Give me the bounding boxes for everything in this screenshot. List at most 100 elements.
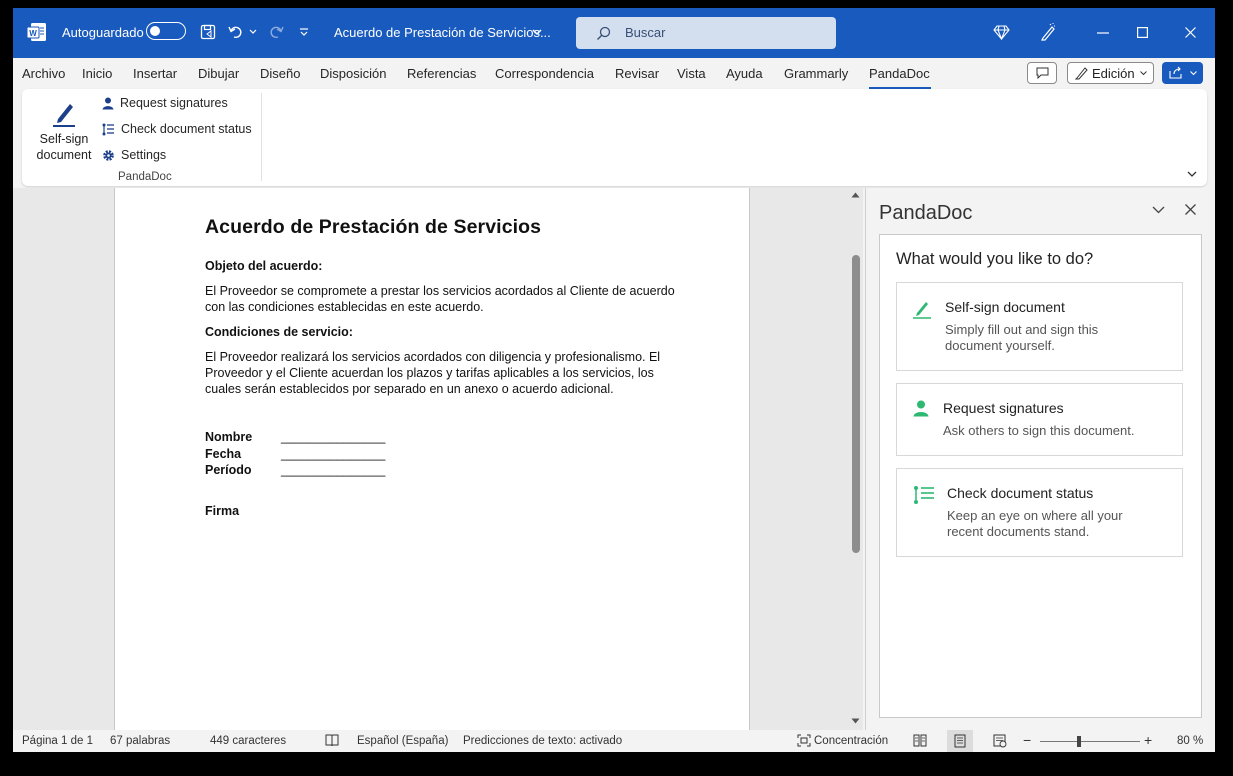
save-icon[interactable] — [200, 24, 216, 40]
field-label: Nombre — [205, 430, 253, 444]
zoom-slider-thumb[interactable] — [1077, 736, 1081, 747]
share-button[interactable] — [1162, 62, 1203, 84]
pane-question: What would you like to do? — [896, 250, 1094, 268]
card-description: Simply fill out and sign this document y… — [945, 322, 1099, 353]
signature-label: Firma — [205, 503, 240, 518]
chevron-down-icon — [1140, 71, 1147, 76]
field-label: Fecha — [205, 446, 242, 461]
zoom-out-button[interactable]: − — [1023, 732, 1031, 748]
customize-toolbar-icon[interactable] — [299, 28, 309, 37]
card-title: Self-sign document — [945, 299, 1065, 315]
word-logo-icon[interactable]: W — [26, 21, 48, 43]
tab-vista[interactable]: Vista — [677, 66, 706, 81]
pane-body: What would you like to do? Self-sign doc… — [879, 234, 1202, 718]
document-page[interactable]: Acuerdo de Prestación de Servicios Objet… — [114, 188, 750, 730]
redo-icon[interactable] — [268, 24, 284, 40]
share-icon — [1169, 66, 1182, 79]
character-count[interactable]: 449 caracteres — [210, 735, 286, 747]
comments-button[interactable] — [1027, 62, 1057, 84]
document-title[interactable]: Acuerdo de Prestación de Servicios... — [334, 25, 551, 40]
status-list-icon — [914, 486, 934, 504]
check-status-ribbon-button[interactable]: Check document status — [102, 122, 252, 136]
undo-dropdown-icon[interactable] — [249, 29, 257, 35]
focus-mode-label[interactable]: Concentración — [814, 735, 888, 747]
editing-mode-button[interactable]: Edición — [1067, 62, 1154, 84]
settings-ribbon-button[interactable]: Settings — [102, 148, 166, 162]
search-box[interactable]: Buscar — [576, 17, 836, 49]
settings-label: Settings — [121, 148, 167, 162]
editing-mode-label: Edición — [1092, 66, 1135, 81]
pane-options-chevron-icon[interactable] — [1152, 206, 1165, 214]
vertical-scrollbar[interactable] — [848, 188, 863, 730]
person-icon — [102, 97, 114, 109]
tab-correspondencia[interactable]: Correspondencia — [495, 66, 594, 81]
zoom-in-button[interactable]: + — [1144, 732, 1152, 748]
tab-diseno[interactable]: Diseño — [260, 66, 300, 81]
tab-grammarly[interactable]: Grammarly — [784, 66, 848, 81]
scrollbar-thumb[interactable] — [852, 255, 860, 553]
field-row-fecha: Fecha _______________ — [205, 446, 675, 463]
self-sign-card[interactable]: Self-sign document Simply fill out and s… — [896, 282, 1183, 371]
chevron-down-icon[interactable] — [532, 29, 542, 36]
zoom-level[interactable]: 80 % — [1177, 735, 1203, 747]
pen-sign-icon — [53, 104, 75, 127]
check-status-card[interactable]: Check document status Keep an eye on whe… — [896, 468, 1183, 557]
status-bar: Página 1 de 1 67 palabras 449 caracteres… — [13, 730, 1215, 752]
comment-icon — [1036, 67, 1049, 79]
chevron-down-icon — [1190, 71, 1197, 76]
undo-icon[interactable] — [228, 24, 244, 40]
print-layout-button[interactable] — [947, 730, 973, 752]
document-content[interactable]: Acuerdo de Prestación de Servicios Objet… — [205, 216, 675, 518]
tab-inicio[interactable]: Inicio — [82, 66, 112, 81]
request-signatures-label: Request signatures — [120, 96, 228, 110]
print-layout-icon — [954, 734, 966, 748]
section1-heading: Objeto del acuerdo: — [205, 259, 323, 273]
close-pane-icon[interactable] — [1185, 204, 1196, 215]
maximize-icon[interactable] — [1137, 27, 1148, 38]
tab-revisar[interactable]: Revisar — [615, 66, 659, 81]
diamond-premium-icon[interactable] — [993, 25, 1010, 40]
self-sign-label-2: document — [36, 148, 92, 162]
tab-disposicion[interactable]: Disposición — [320, 66, 386, 81]
section2-text: El Proveedor realizará los servicios aco… — [205, 350, 661, 396]
field-row-periodo: Período _______________ — [205, 462, 675, 479]
focus-mode-icon[interactable] — [797, 734, 811, 747]
autosave-toggle[interactable] — [146, 22, 186, 40]
document-canvas: Acuerdo de Prestación de Servicios Objet… — [13, 188, 863, 730]
pen-designer-icon[interactable] — [1040, 23, 1056, 41]
check-status-label: Check document status — [121, 122, 252, 136]
person-icon — [913, 400, 929, 417]
pandadoc-task-pane: PandaDoc What would you like to do? Self… — [865, 188, 1215, 730]
word-count[interactable]: 67 palabras — [110, 735, 170, 747]
request-signatures-card[interactable]: Request signatures Ask others to sign th… — [896, 383, 1183, 456]
proofing-book-icon[interactable] — [325, 734, 339, 747]
pane-title: PandaDoc — [879, 202, 973, 224]
ribbon-collapse-chevron-icon[interactable] — [1187, 171, 1197, 178]
minimize-icon[interactable] — [1097, 32, 1109, 34]
request-signatures-ribbon-button[interactable]: Request signatures — [102, 96, 228, 110]
tab-referencias[interactable]: Referencias — [407, 66, 476, 81]
page-count[interactable]: Página 1 de 1 — [22, 735, 93, 747]
self-sign-label-1: Self-sign — [39, 132, 89, 146]
section1-text: El Proveedor se compromete a prestar los… — [205, 284, 675, 314]
zoom-slider-track[interactable] — [1040, 741, 1140, 742]
web-layout-icon[interactable] — [993, 734, 1007, 748]
title-bar: W Autoguardado Acuerdo de Prestación de … — [13, 8, 1215, 58]
scroll-up-icon[interactable] — [851, 192, 860, 198]
word-window: W Autoguardado Acuerdo de Prestación de … — [13, 8, 1215, 752]
field-row-nombre: Nombre _______________ — [205, 429, 675, 446]
self-sign-ribbon-button[interactable]: Self-sign document — [34, 97, 94, 163]
text-predictions-status[interactable]: Predicciones de texto: activado — [463, 735, 622, 747]
field-blank: _______________ — [281, 446, 386, 461]
read-mode-icon[interactable] — [913, 734, 927, 747]
field-blank: _______________ — [281, 463, 386, 477]
tab-archivo[interactable]: Archivo — [22, 66, 65, 81]
tab-dibujar[interactable]: Dibujar — [198, 66, 239, 81]
document-heading: Acuerdo de Prestación de Servicios — [205, 216, 542, 238]
tab-insertar[interactable]: Insertar — [133, 66, 177, 81]
scroll-down-icon[interactable] — [851, 718, 860, 724]
language-indicator[interactable]: Español (España) — [357, 735, 448, 747]
close-window-icon[interactable] — [1185, 27, 1196, 38]
tab-pandadoc[interactable]: PandaDoc — [869, 66, 930, 81]
tab-ayuda[interactable]: Ayuda — [726, 66, 763, 81]
